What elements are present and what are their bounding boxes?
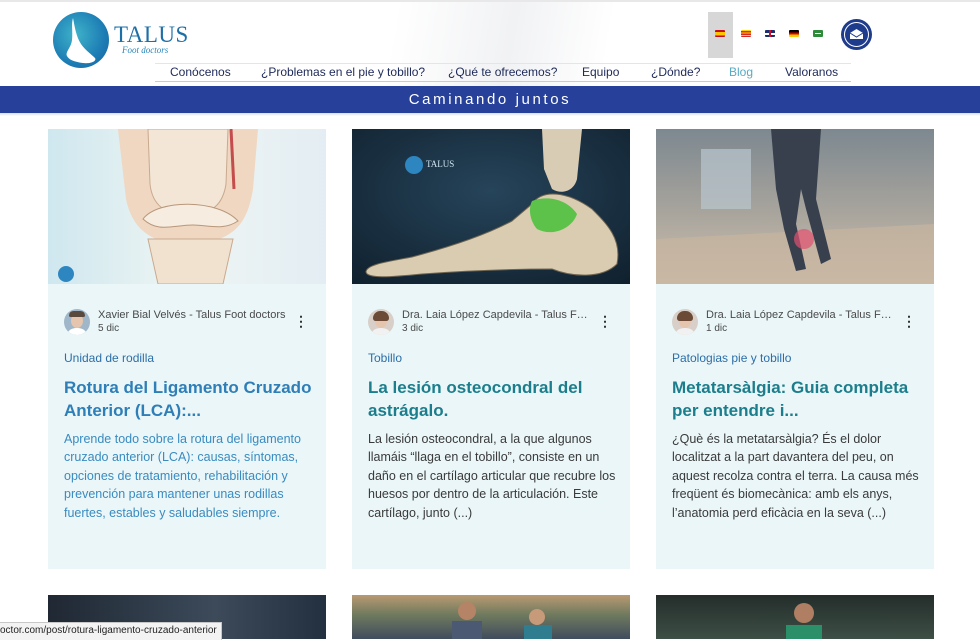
author-avatar[interactable] [368, 309, 394, 335]
nav-item-blog[interactable]: Blog [729, 65, 753, 79]
nav-item-conocenos[interactable]: Conócenos [170, 65, 231, 79]
post-author[interactable]: Dra. Laia López Capdevila - Talus Foot .… [402, 309, 592, 321]
post-title[interactable]: Rotura del Ligamento Cruzado Anterior (L… [64, 376, 314, 422]
es-flag-icon[interactable] [715, 30, 725, 37]
blog-post-card[interactable]: Dra. Laia López Capdevila - Talus Foot .… [656, 129, 934, 569]
post-image-next-2[interactable] [352, 595, 630, 639]
mail-icon [844, 22, 869, 47]
language-selector [708, 12, 833, 58]
en-flag-icon[interactable] [765, 30, 775, 37]
tagline-banner: Caminando juntos [0, 86, 980, 113]
svg-text:TALUS: TALUS [426, 159, 454, 169]
post-category[interactable]: Unidad de rodilla [64, 351, 154, 365]
author-avatar[interactable] [672, 309, 698, 335]
post-excerpt: La lesión osteocondral, a la que algunos… [368, 432, 616, 520]
post-image-knee[interactable] [48, 129, 326, 284]
nav-item-problemas[interactable]: ¿Problemas en el pie y tobillo? [261, 65, 425, 79]
post-author[interactable]: Xavier Bial Velvés - Talus Foot doctors [98, 309, 288, 321]
author-avatar[interactable] [64, 309, 90, 335]
more-options-icon[interactable]: ⋮ [902, 312, 916, 330]
nav-item-equipo[interactable]: Equipo [582, 65, 619, 79]
post-date: 1 dic [706, 323, 728, 334]
blog-post-card[interactable]: TALUS Dra. Laia López Capdevila - Talus … [352, 129, 630, 569]
logo-subtitle: Foot doctors [122, 45, 169, 55]
post-excerpt: Aprende todo sobre la rotura del ligamen… [64, 432, 301, 520]
more-options-icon[interactable]: ⋮ [598, 312, 612, 330]
de-flag-icon[interactable] [789, 30, 799, 37]
contact-button[interactable] [841, 19, 872, 50]
post-image-walking[interactable] [656, 129, 934, 284]
main-navigation: Conócenos ¿Problemas en el pie y tobillo… [155, 63, 851, 82]
nav-item-ofrecemos[interactable]: ¿Qué te ofrecemos? [448, 65, 557, 79]
banner-text: Caminando juntos [408, 91, 572, 108]
post-date: 3 dic [402, 323, 424, 334]
ca-flag-icon[interactable] [741, 30, 751, 37]
foot-logo-icon [53, 12, 109, 68]
nav-item-valoranos[interactable]: Valoranos [785, 65, 838, 79]
blog-post-card[interactable]: Xavier Bial Velvés - Talus Foot doctors … [48, 129, 326, 569]
post-category[interactable]: Tobillo [368, 351, 402, 365]
more-options-icon[interactable]: ⋮ [294, 312, 308, 330]
ar-flag-icon[interactable] [813, 30, 823, 37]
banner-shadow [0, 113, 980, 116]
post-author[interactable]: Dra. Laia López Capdevila - Talus Foot .… [706, 309, 896, 321]
post-image-next-3[interactable] [656, 595, 934, 639]
post-category[interactable]: Patologias pie y tobillo [672, 351, 791, 365]
status-bar-url: octor.com/post/rotura-ligamento-cruzado-… [0, 622, 222, 640]
nav-item-donde[interactable]: ¿Dónde? [651, 65, 700, 79]
post-title[interactable]: Metatarsàlgia: Guia completa per entendr… [672, 376, 922, 422]
post-date: 5 dic [98, 323, 120, 334]
top-divider [0, 0, 980, 2]
site-logo[interactable]: TALUS Foot doctors [53, 12, 193, 68]
post-title[interactable]: La lesión osteocondral del astrágalo. [368, 376, 618, 422]
post-image-ankle[interactable]: TALUS [352, 129, 630, 284]
post-excerpt: ¿Què és la metatarsàlgia? És el dolor lo… [672, 432, 919, 520]
